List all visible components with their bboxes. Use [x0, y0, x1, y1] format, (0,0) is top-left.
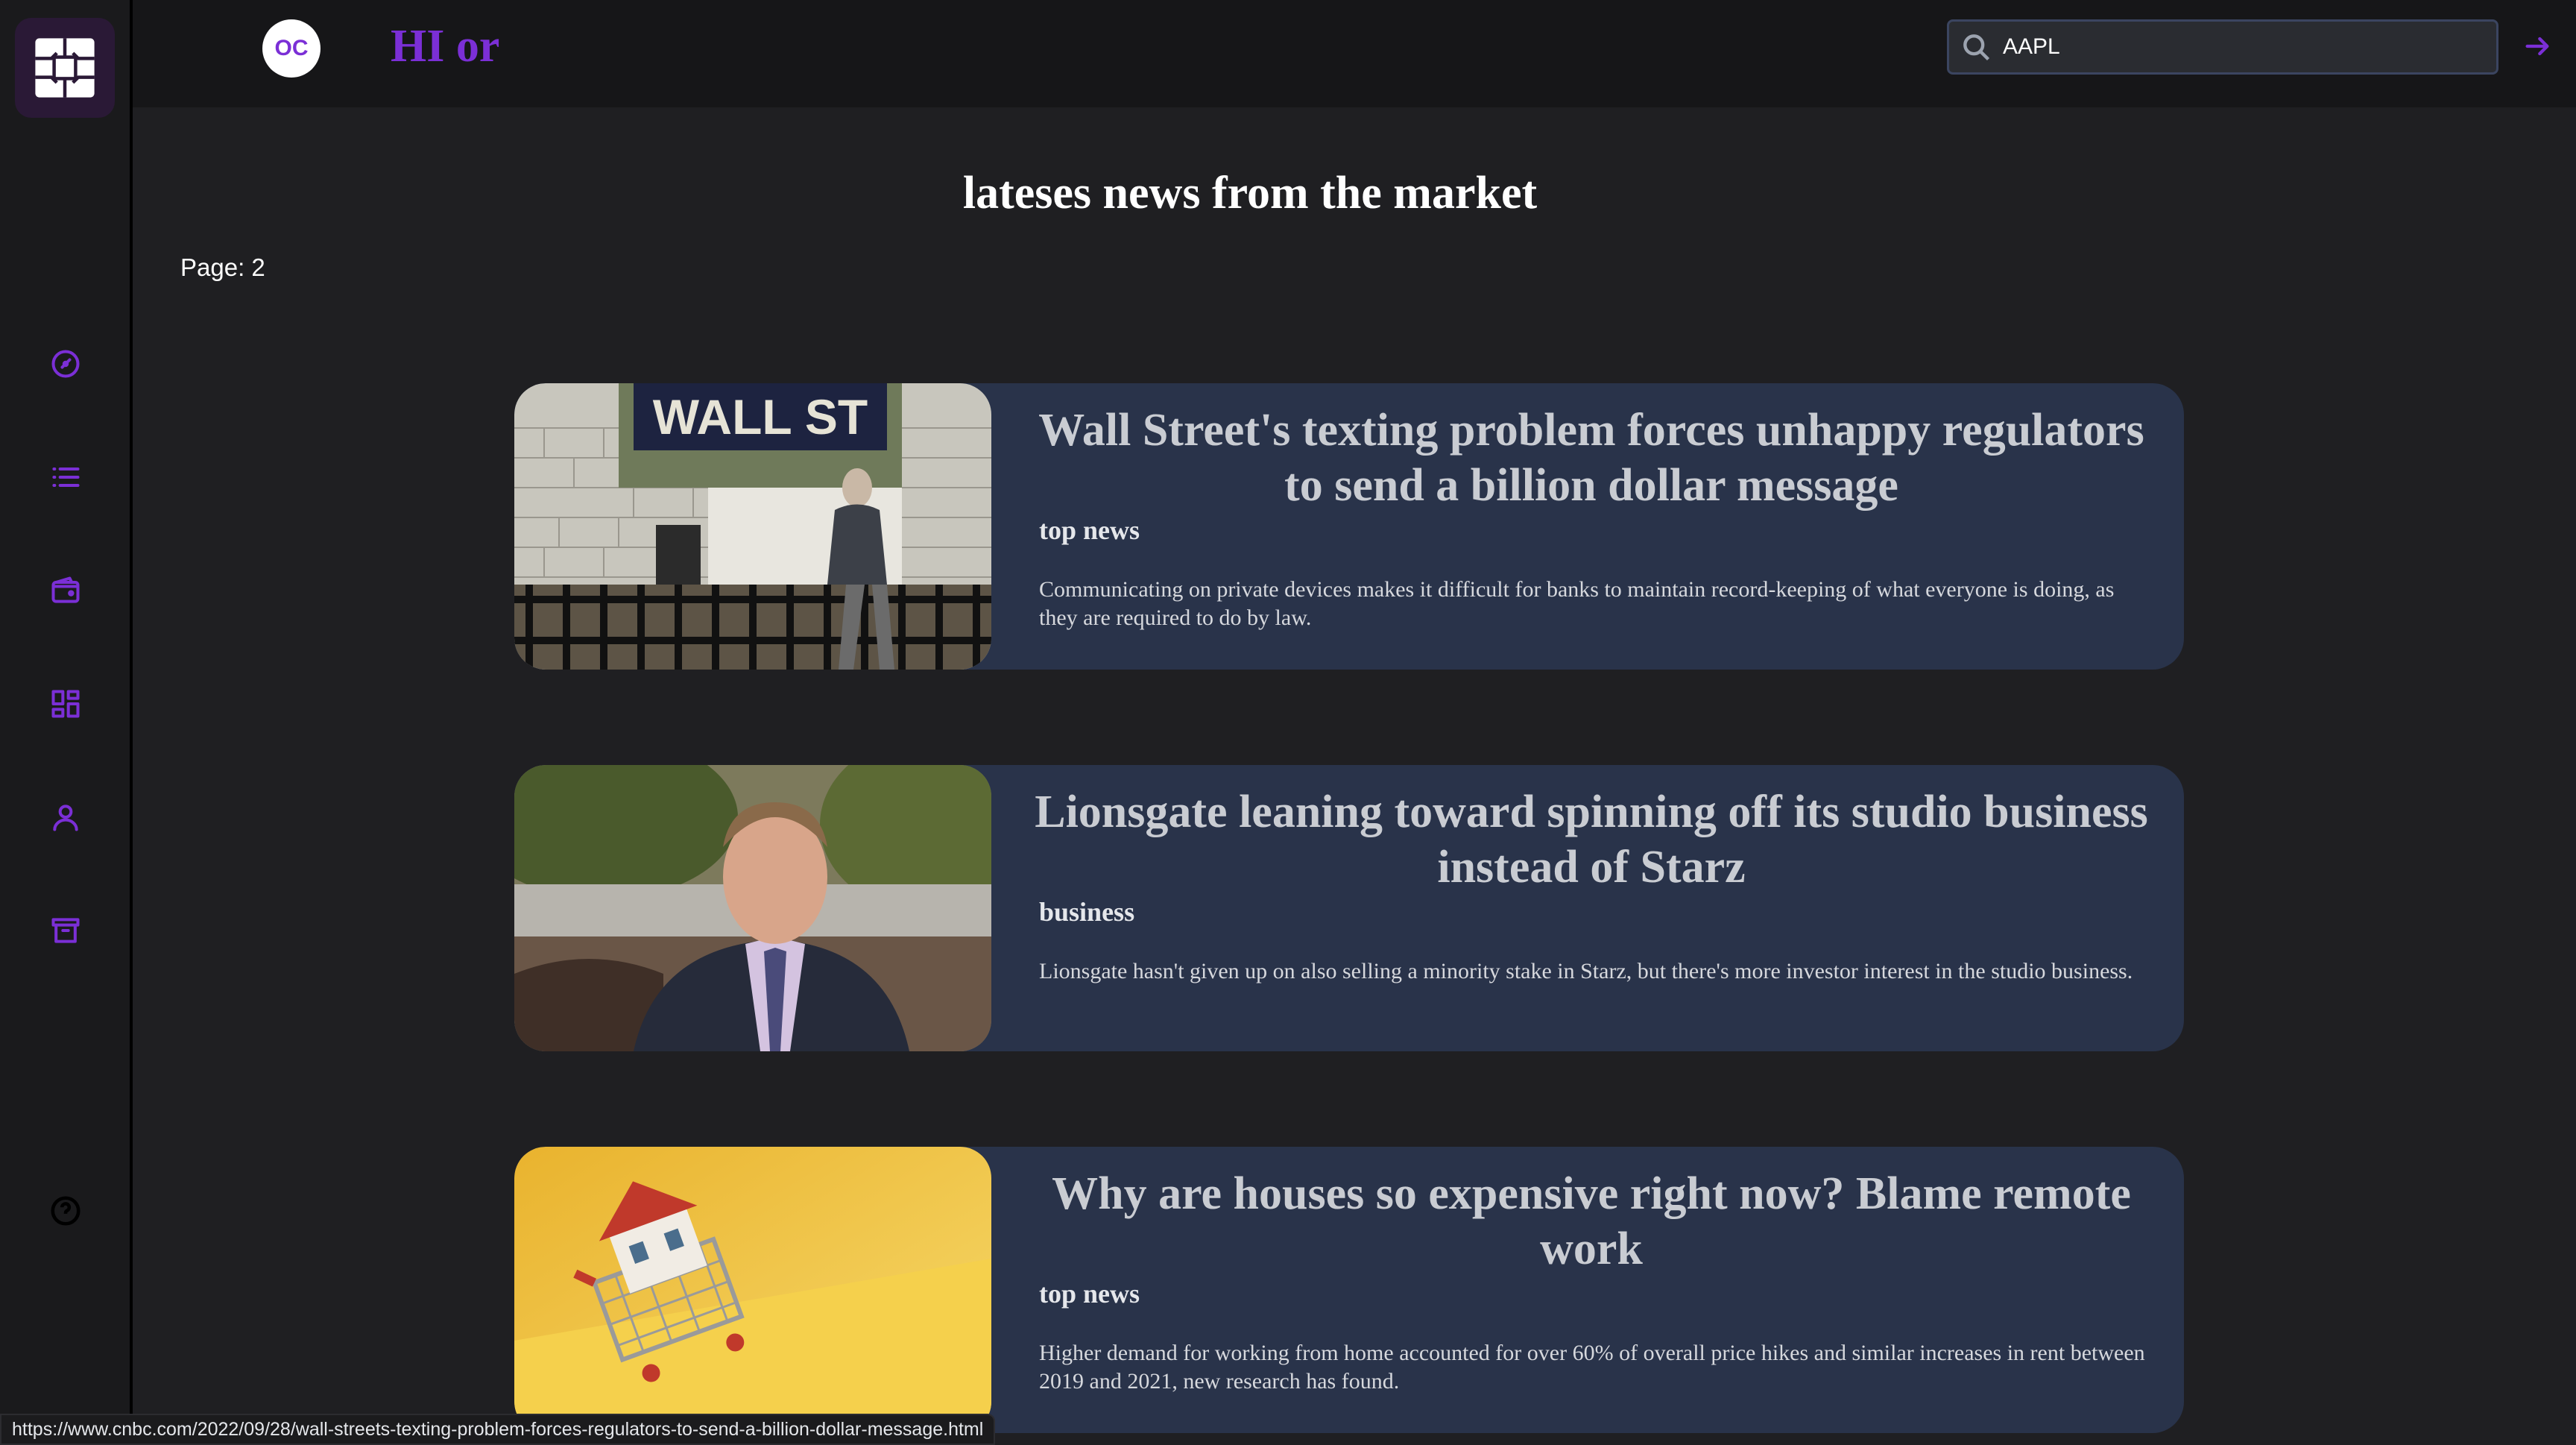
nav-item-dashboard[interactable] — [40, 339, 91, 389]
grid-icon — [51, 690, 80, 718]
news-card[interactable]: Lionsgate leaning toward spinning off it… — [514, 765, 2184, 1051]
search-icon — [1963, 34, 1990, 61]
article-description: Communicating on private devices makes i… — [1039, 577, 2115, 630]
chip-logo-icon — [35, 38, 95, 98]
page-title: lateses news from the market — [962, 168, 1538, 218]
article-title[interactable]: Lionsgate leaning toward spinning off it… — [1021, 784, 2162, 895]
article-image-wall-street: WALL ST — [514, 383, 991, 670]
svg-text:WALL ST: WALL ST — [653, 389, 868, 444]
dashboard-gauge-icon — [51, 350, 80, 378]
help-button[interactable] — [40, 1186, 91, 1236]
app-logo[interactable] — [15, 18, 115, 118]
nav-item-user[interactable] — [40, 792, 91, 843]
arrow-right-icon — [2525, 37, 2549, 56]
nav-item-grid[interactable] — [40, 679, 91, 729]
wallet-icon — [51, 576, 80, 603]
greeting-text: HI or — [391, 21, 500, 72]
article-category: top news — [1039, 515, 1140, 545]
news-card[interactable]: WALL ST Wall Street's texting problem fo… — [514, 383, 2184, 670]
article-image-house-cart — [514, 1147, 991, 1433]
user-icon — [53, 805, 78, 831]
article-title[interactable]: Why are houses so expensive right now? B… — [1021, 1166, 2162, 1276]
nav-item-archive[interactable] — [40, 905, 91, 956]
link-status-bar: https://www.cnbc.com/2022/09/28/wall-str… — [0, 1414, 996, 1445]
page-indicator: Page: 2 — [180, 254, 265, 281]
news-card[interactable]: Why are houses so expensive right now? B… — [514, 1147, 2184, 1433]
search-box[interactable] — [1947, 19, 2498, 75]
nav-item-wallet[interactable] — [40, 565, 91, 616]
top-header: OC HI or — [133, 0, 2576, 107]
article-image-executive — [514, 765, 991, 1051]
nav-item-list[interactable] — [40, 452, 91, 503]
search-submit-button[interactable] — [2515, 24, 2560, 69]
list-icon — [52, 467, 80, 488]
article-category: top news — [1039, 1279, 1140, 1309]
help-circle-icon — [51, 1196, 80, 1226]
sidebar — [0, 0, 133, 1445]
article-title[interactable]: Wall Street's texting problem forces unh… — [1021, 403, 2162, 513]
search-input[interactable] — [2003, 34, 2465, 60]
article-description: Lionsgate hasn't given up on also sellin… — [1039, 959, 2133, 983]
article-description: Higher demand for working from home acco… — [1039, 1341, 2145, 1394]
avatar[interactable]: OC — [262, 19, 321, 78]
archive-icon — [51, 918, 80, 943]
article-category: business — [1039, 897, 1135, 927]
